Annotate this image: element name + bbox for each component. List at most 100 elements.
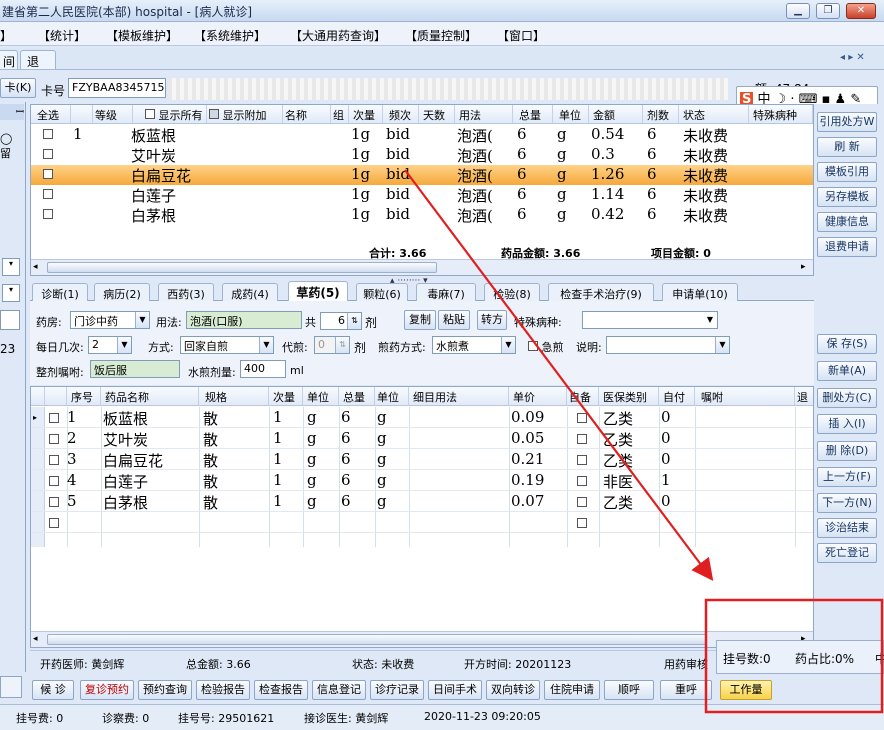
delete-button[interactable]: 删 除(D) (817, 441, 877, 461)
menu-quality[interactable]: 【质量控制】 (405, 27, 477, 44)
minimize-button[interactable]: ▁ (786, 3, 810, 19)
card-number-field[interactable]: FZYBAA8345715 (68, 78, 166, 98)
recall-button[interactable]: 重呼 (660, 680, 712, 700)
col-return: 退 (797, 391, 808, 404)
table-row[interactable]: 艾叶炭 1g bid 泡酒( 6 g 0.3 6 未收费 (31, 145, 813, 165)
col-freq: 频次 (383, 105, 419, 123)
herb-row[interactable]: 4 白莲子 散 1 g 6 g 0.19 非医 1 (31, 470, 813, 491)
card-read-button[interactable]: 卡(K) (0, 78, 36, 98)
ime-toolbar[interactable]: S 中 ☽ · ⌨ ▪ ♟ ✎ (736, 86, 878, 107)
col-unit: 单位 (553, 105, 589, 123)
tab-nav-icon[interactable]: ◂ ▸ ✕ (840, 52, 865, 63)
prev-prescription-button[interactable]: 上一方(F) (817, 467, 877, 487)
health-info-button[interactable]: 健康信息 (817, 212, 877, 232)
revisit-appointment-button[interactable]: 复诊预约 (80, 680, 134, 700)
death-register-button[interactable]: 死亡登记 (817, 543, 877, 563)
col-select-all[interactable]: 全选 (31, 105, 71, 123)
method-select[interactable]: 回家自煎 ▼ (180, 336, 274, 354)
convert-button[interactable]: 转方 (477, 310, 507, 330)
info-register-button[interactable]: 信息登记 (312, 680, 366, 700)
next-prescription-button[interactable]: 下一方(N) (817, 493, 877, 513)
col-dose: 次量 (269, 387, 303, 405)
treatment-record-button[interactable]: 诊疗记录 (370, 680, 424, 700)
lab-report-button[interactable]: 检验报告 (196, 680, 250, 700)
menu-system[interactable]: 【系统维护】 (194, 27, 266, 44)
decoct-method-select[interactable]: 水煎煮 ▼ (432, 336, 516, 354)
tab-refund[interactable]: 退号 (20, 50, 56, 86)
delete-prescription-button[interactable]: 删处方(C) (817, 388, 877, 408)
show-extra-checkbox[interactable]: 显示附加 (207, 105, 283, 123)
herb-row-empty[interactable] (31, 512, 813, 533)
table-row[interactable]: 1 板蓝根 1g bid 泡酒( 6 g 0.54 6 未收费 (31, 125, 813, 145)
table-row[interactable]: 白茅根 1g bid 泡酒( 6 g 0.42 6 未收费 (31, 205, 813, 225)
refresh-button[interactable]: 刷 新 (817, 137, 877, 157)
maximize-button[interactable]: ❐ (816, 3, 840, 19)
show-all-check (145, 109, 155, 119)
copy-button[interactable]: 复制 (404, 310, 436, 330)
decoct-unit: 剂 (354, 341, 367, 355)
tab-records[interactable]: 病历(2) (94, 283, 150, 301)
save-button[interactable]: 保 存(S) (817, 334, 877, 354)
tab-western[interactable]: 西药(3) (158, 283, 214, 301)
status-bar: 挂号费: 0 诊察费: 0 挂号号: 29501621 接诊医生: 黄剑辉 20… (0, 704, 884, 730)
appointment-query-button[interactable]: 预约查询 (138, 680, 192, 700)
left-field[interactable] (0, 310, 20, 330)
show-all-checkbox[interactable]: 显示所有 (133, 105, 207, 123)
horizontal-scrollbar[interactable]: ◂ ▸ (31, 259, 813, 275)
insert-button[interactable]: 插 入(I) (817, 414, 877, 434)
tab-diagnosis[interactable]: 诊断(1) (32, 283, 88, 301)
table-row-selected[interactable]: 白扁豆花 1g bid 泡酒( 6 g 1.26 6 未收费 (31, 165, 813, 185)
save-template-button[interactable]: 另存模板 (817, 187, 877, 207)
tab-lab[interactable]: 检验(8) (484, 283, 540, 301)
total-doses-field[interactable]: 6 ⇅ (320, 312, 362, 330)
herb-row[interactable]: 3 白扁豆花 散 1 g 6 g 0.21 乙类 0 (31, 449, 813, 470)
template-cite-button[interactable]: 模板引用 (817, 162, 877, 182)
water-unit: ml (290, 364, 304, 377)
tab-herbal[interactable]: 草药(5) (288, 281, 348, 301)
refund-request-button[interactable]: 退费申请 (817, 237, 877, 257)
left-dropdown-2[interactable]: ▾ (2, 284, 20, 302)
urgent-checkbox[interactable]: 急煎 (528, 339, 564, 355)
finish-consult-button[interactable]: 诊治结束 (817, 518, 877, 538)
menu-template[interactable]: 【模板维护】 (106, 27, 178, 44)
daily-times-select[interactable]: 2 ▼ (88, 336, 132, 354)
herb-row[interactable]: 5 白茅根 散 1 g 6 g 0.07 乙类 0 (31, 491, 813, 512)
decoct-count-field[interactable]: 0 ⇅ (314, 336, 350, 354)
registration-count: 挂号数:0 (723, 652, 771, 666)
col-total-unit: 单位 (375, 387, 409, 405)
herb-horizontal-scrollbar[interactable]: ◂ ▸ (31, 631, 813, 647)
reg-number: 挂号号: 29501621 (178, 712, 275, 725)
special-disease-select[interactable]: ▼ (582, 311, 718, 329)
exam-report-button[interactable]: 检查报告 (254, 680, 308, 700)
note-select[interactable]: ▼ (606, 336, 730, 354)
tab-patent[interactable]: 成药(4) (222, 283, 278, 301)
menu-drug-query[interactable]: 【大通用药查询】 (290, 27, 386, 44)
herb-row[interactable]: 2 艾叶炭 散 1 g 6 g 0.05 乙类 0 (31, 428, 813, 449)
water-field[interactable]: 400 (240, 360, 286, 378)
menu-stats[interactable]: 【统计】 (38, 27, 86, 44)
day-surgery-button[interactable]: 日间手术 (428, 680, 482, 700)
menu-window[interactable]: 【窗口】 (497, 27, 545, 44)
new-button[interactable]: 新单(A) (817, 361, 877, 381)
tab-granule[interactable]: 颗粒(6) (356, 283, 408, 301)
col-self-pay: 自付 (659, 387, 695, 405)
tab-narcotic[interactable]: 毒麻(7) (416, 283, 476, 301)
waiting-button[interactable]: 候 诊 (32, 680, 74, 700)
referral-button[interactable]: 双向转诊 (486, 680, 540, 700)
decoct-label: 代煎: (282, 341, 308, 354)
workload-button[interactable]: 工作量 (720, 680, 772, 700)
left-dropdown-1[interactable]: ▾ (2, 258, 20, 276)
tab-application[interactable]: 申请单(10) (662, 283, 738, 301)
usage-field[interactable]: 泡酒(口服) (186, 311, 302, 329)
inpatient-request-button[interactable]: 住院申请 (544, 680, 600, 700)
tab-exam[interactable]: 检查手术治疗(9) (548, 283, 654, 301)
title-bar: 建省第二人民医院(本部) hospital - [病人就诊] ▁ ❐ ✕ (0, 0, 884, 22)
close-button[interactable]: ✕ (846, 3, 876, 19)
call-next-button[interactable]: 顺呼 (604, 680, 654, 700)
whole-instruction-field[interactable]: 饭后服 (90, 360, 180, 378)
table-row[interactable]: 白莲子 1g bid 泡酒( 6 g 1.14 6 未收费 (31, 185, 813, 205)
herb-row[interactable]: 1 板蓝根 散 1 g 6 g 0.09 乙类 0 (31, 407, 813, 428)
pharmacy-select[interactable]: 门诊中药 ▼ (70, 311, 150, 329)
cite-prescription-button[interactable]: 引用处方W (817, 112, 877, 132)
paste-button[interactable]: 粘贴 (438, 310, 470, 330)
